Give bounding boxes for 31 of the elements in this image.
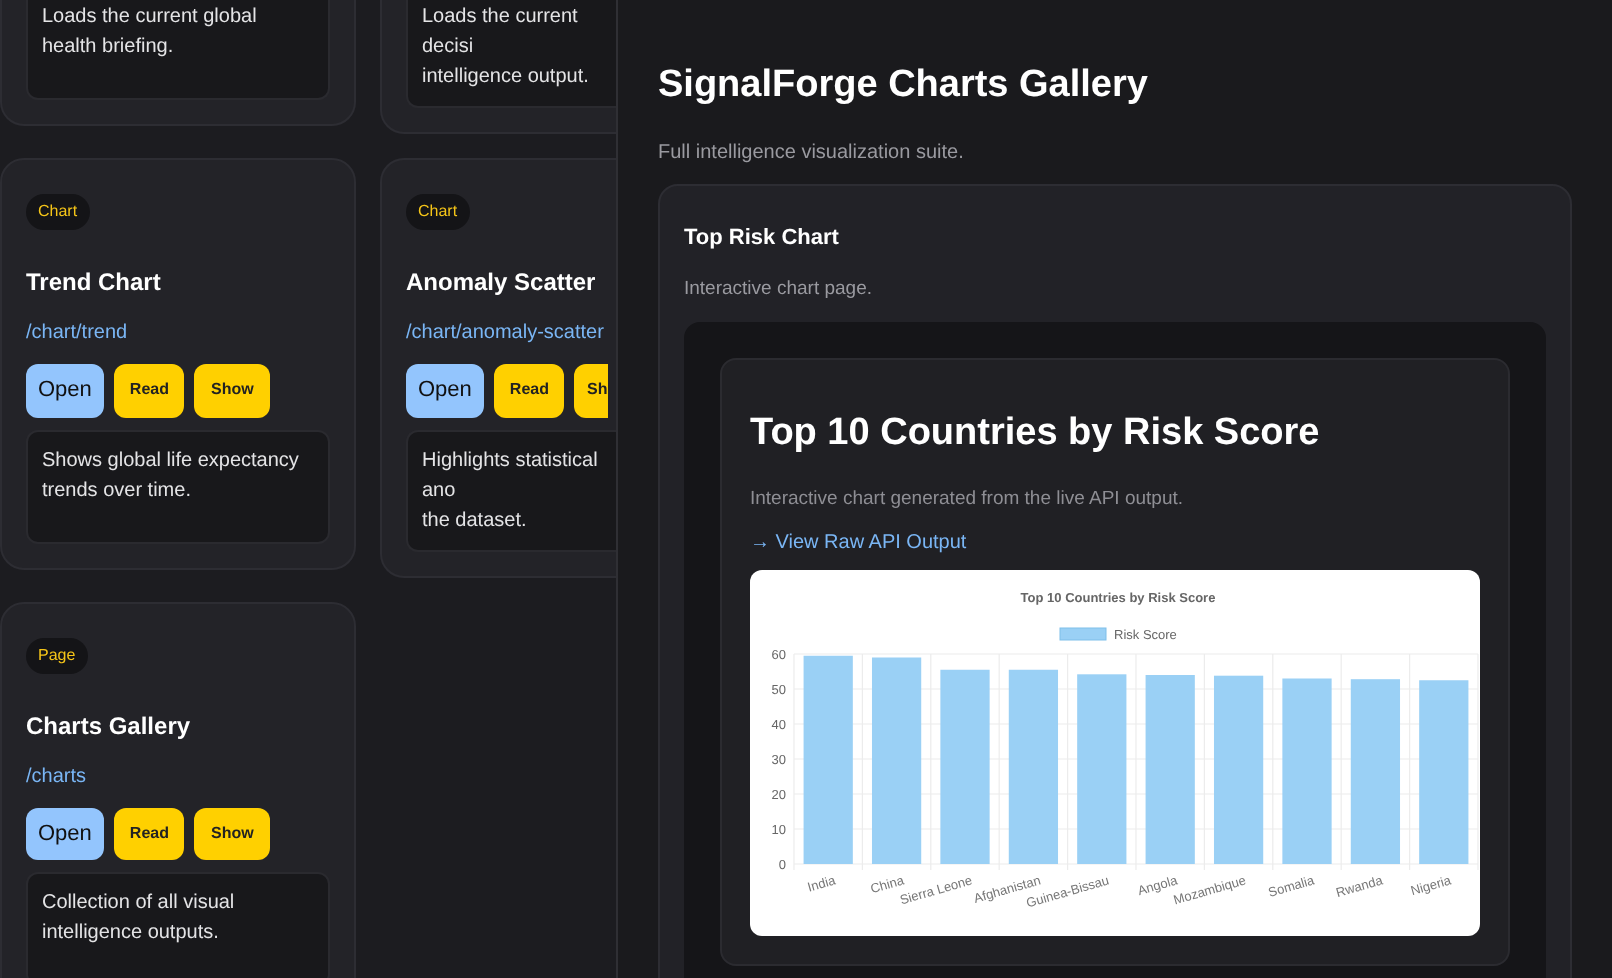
description-text: intelligence output. <box>422 64 591 92</box>
panel-subtitle: Full intelligence visualization suite. <box>658 139 966 168</box>
open-button[interactable]: Open <box>26 364 104 417</box>
open-button[interactable]: Open <box>26 807 104 860</box>
type-tag: Page <box>26 637 88 673</box>
legend-swatch <box>1059 626 1107 640</box>
action-button[interactable]: Read <box>113 807 185 860</box>
description-text: Collection of all visual intelligence outputs. <box>42 890 237 948</box>
route-link[interactable]: /chart/trend <box>26 318 128 348</box>
type-tag: Chart <box>406 194 470 230</box>
open-button[interactable]: Open <box>406 364 484 417</box>
action-button[interactable]: Show <box>194 364 270 417</box>
section-title: Top Risk Chart <box>684 223 841 254</box>
section-subtitle: Interactive chart page. <box>684 276 874 305</box>
action-button[interactable]: Sh <box>574 364 608 417</box>
chart-page-subtitle: Interactive chart generated from the live API output. <box>750 486 1186 515</box>
description-text: the dataset. <box>422 507 529 535</box>
raw-output-link[interactable]: → View Raw API Output <box>750 527 967 558</box>
route-link[interactable]: /chart/anomaly-scatter <box>406 318 604 348</box>
action-button[interactable]: Read <box>493 364 565 417</box>
card-title: Charts Gallery <box>26 709 193 743</box>
action-button[interactable]: Read <box>113 364 185 417</box>
description-text: Shows global life expectancy trends over time. <box>42 447 301 505</box>
card-title: Anomaly Scatter <box>406 266 598 300</box>
route-link[interactable]: /charts <box>26 761 87 791</box>
description-text: Loads the current global health briefing. <box>42 4 259 62</box>
panel-title: SignalForge Charts Gallery <box>658 64 1150 110</box>
action-button[interactable]: Show <box>194 807 270 860</box>
card-title: Trend Chart <box>26 266 163 300</box>
chart-page-title: Top 10 Countries by Risk Score <box>750 411 1322 457</box>
type-tag: Chart <box>26 194 90 230</box>
